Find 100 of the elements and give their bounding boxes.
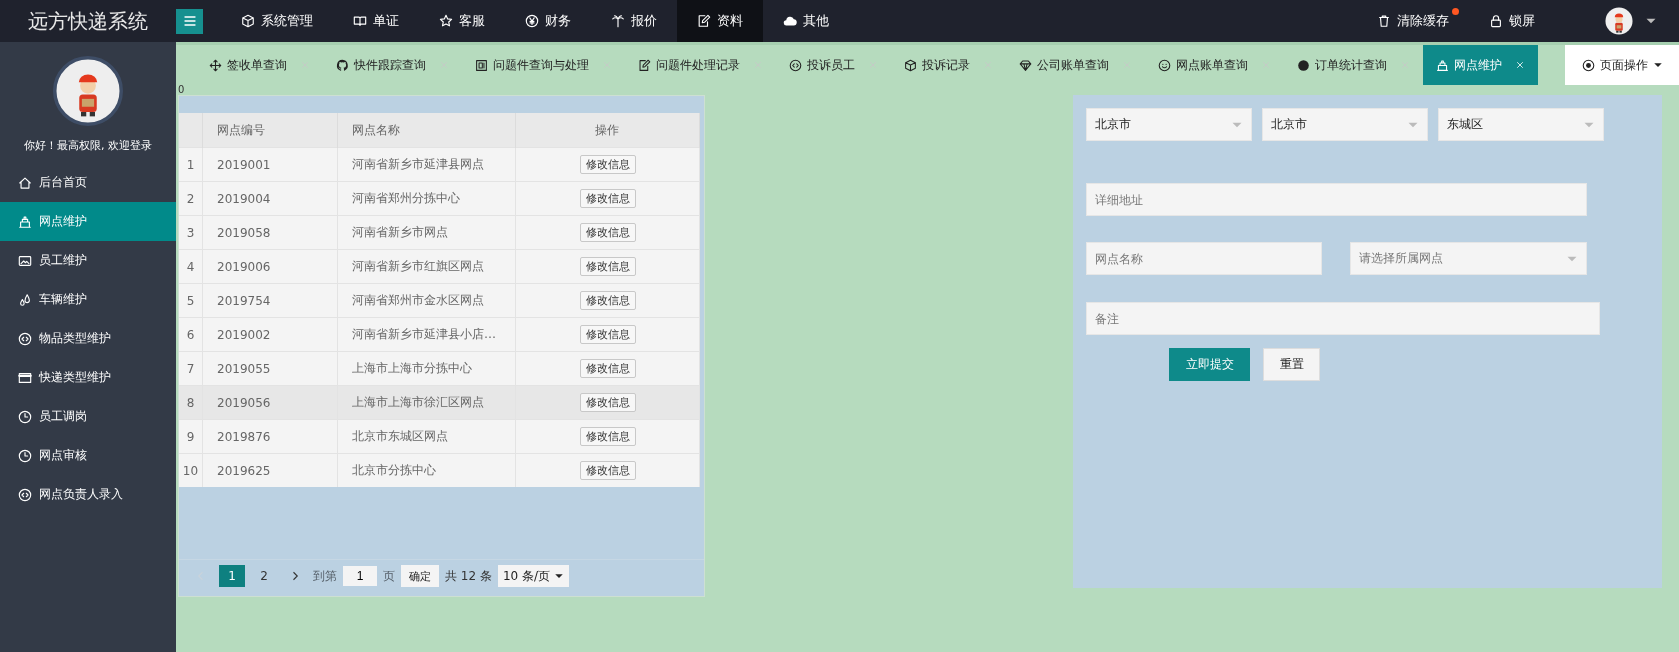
table-cell: 2019004	[202, 181, 338, 216]
tab[interactable]: 签收单查询	[196, 45, 323, 85]
sidebar-item[interactable]: 员工调岗	[0, 397, 176, 436]
edit-button[interactable]: 修改信息	[579, 189, 636, 208]
tab[interactable]: 订单统计查询	[1284, 45, 1423, 85]
building-icon	[18, 214, 32, 229]
sidebar-item[interactable]: 网点维护	[0, 202, 176, 241]
tab[interactable]: 公司账单查询	[1006, 45, 1145, 85]
confirm-button[interactable]: 确定	[401, 565, 439, 587]
edit-button[interactable]: 修改信息	[579, 393, 636, 412]
table-cell: 上海市上海市徐汇区网点	[337, 385, 516, 420]
table-cell: 2019058	[202, 215, 338, 250]
sidebar-item[interactable]: 网点审核	[0, 436, 176, 475]
tab[interactable]: 投诉记录	[891, 45, 1006, 85]
sidebar-item[interactable]: 后台首页	[0, 163, 176, 202]
row-number: 7	[179, 351, 203, 386]
filled-circle-icon	[1297, 58, 1310, 72]
frame-icon	[475, 58, 488, 72]
page-button[interactable]: 1	[219, 565, 245, 587]
parent-select[interactable]: 请选择所属网点	[1350, 242, 1587, 275]
notification-dot	[1452, 8, 1459, 15]
lock-icon	[1489, 14, 1503, 28]
city-select[interactable]: 北京市	[1262, 108, 1428, 141]
droplet-icon	[18, 292, 32, 307]
nav-item[interactable]: 资料	[677, 0, 763, 42]
page-unit-label: 页	[383, 567, 395, 585]
user-avatar[interactable]	[1605, 7, 1633, 35]
menu-button[interactable]	[176, 8, 203, 34]
star-icon	[439, 14, 453, 28]
nav-item[interactable]: 单证	[333, 0, 419, 42]
app-title: 远方快递系统	[27, 7, 149, 35]
home-icon	[18, 175, 32, 190]
window-icon	[18, 370, 32, 385]
total-count: 共 12 条	[445, 567, 492, 585]
page-input[interactable]: 1	[343, 566, 377, 586]
table-cell: 河南省新乡市延津县网点	[337, 147, 516, 182]
code-icon	[18, 331, 32, 346]
edit-button[interactable]: 修改信息	[579, 427, 636, 446]
province-select[interactable]: 北京市	[1086, 108, 1252, 141]
table-cell: 2019754	[202, 283, 338, 318]
row-number: 6	[179, 317, 203, 352]
table-cell: 2019006	[202, 249, 338, 284]
tab[interactable]: 投诉员工	[776, 45, 891, 85]
row-number: 4	[179, 249, 203, 284]
edit-button[interactable]: 修改信息	[579, 223, 636, 242]
table-cell: 河南省郑州市金水区网点	[337, 283, 516, 318]
row-number: 9	[179, 419, 203, 454]
sidebar-item[interactable]: 物品类型维护	[0, 319, 176, 358]
edit-document-icon	[697, 14, 711, 28]
reset-button[interactable]: 重置	[1263, 348, 1320, 381]
district-select[interactable]: 东城区	[1438, 108, 1604, 141]
sidebar-item[interactable]: 车辆维护	[0, 280, 176, 319]
tab[interactable]: 快件跟踪查询	[323, 45, 462, 85]
header-cell	[179, 113, 203, 148]
close-icon[interactable]	[1515, 60, 1525, 70]
building-icon	[1436, 58, 1449, 72]
cloud-icon	[783, 14, 797, 28]
nav-item[interactable]: 其他	[763, 0, 849, 42]
sidebar-item[interactable]: 员工维护	[0, 241, 176, 280]
nav-item[interactable]: 系统管理	[221, 0, 333, 42]
row-number: 10	[179, 453, 203, 487]
table-cell: 河南省新乡市红旗区网点	[337, 249, 516, 284]
page-size-select[interactable]: 10 条/页	[497, 565, 570, 587]
tab[interactable]: 网点账单查询	[1145, 45, 1284, 85]
table-cell: 河南省新乡市延津县小店…	[337, 317, 516, 352]
cube-icon	[241, 14, 255, 28]
address-field[interactable]: 详细地址	[1086, 183, 1587, 216]
yen-icon	[525, 14, 539, 28]
sidebar-item[interactable]: 网点负责人录入	[0, 475, 176, 514]
trash-icon	[1377, 14, 1391, 28]
goto-label: 到第	[313, 567, 337, 585]
edit-button[interactable]: 修改信息	[579, 155, 636, 174]
tab[interactable]: 网点维护	[1423, 45, 1538, 85]
edit-button[interactable]: 修改信息	[579, 257, 636, 276]
edit-button[interactable]: 修改信息	[579, 359, 636, 378]
edit-button[interactable]: 修改信息	[579, 461, 636, 480]
sidebar-item[interactable]: 快递类型维护	[0, 358, 176, 397]
edit-document-icon	[638, 58, 651, 72]
submit-button[interactable]: 立即提交	[1169, 348, 1250, 381]
palm-tree-icon	[611, 14, 625, 28]
tab[interactable]: 问题件查询与处理	[462, 45, 625, 85]
diamond-icon	[1019, 58, 1032, 72]
page-button[interactable]: 2	[251, 565, 277, 587]
nav-item[interactable]: 报价	[591, 0, 677, 42]
remark-field[interactable]: 备注	[1086, 302, 1600, 335]
arrows-icon	[209, 58, 222, 72]
nav-item[interactable]: 客服	[419, 0, 505, 42]
header-action[interactable]: 清除缓存	[1377, 12, 1459, 30]
user-avatar	[53, 56, 123, 126]
name-field[interactable]: 网点名称	[1086, 242, 1322, 275]
edit-button[interactable]: 修改信息	[579, 291, 636, 310]
page-actions-button[interactable]: 页面操作	[1565, 45, 1679, 85]
column-header: 网点名称	[337, 113, 516, 148]
nav-item[interactable]: 财务	[505, 0, 591, 42]
header-action[interactable]: 锁屏	[1489, 12, 1535, 30]
tab[interactable]: 问题件处理记录	[625, 45, 776, 85]
table-cell: 2019055	[202, 351, 338, 386]
row-number: 3	[179, 215, 203, 250]
edit-button[interactable]: 修改信息	[579, 325, 636, 344]
table-cell: 河南省郑州分拣中心	[337, 181, 516, 216]
